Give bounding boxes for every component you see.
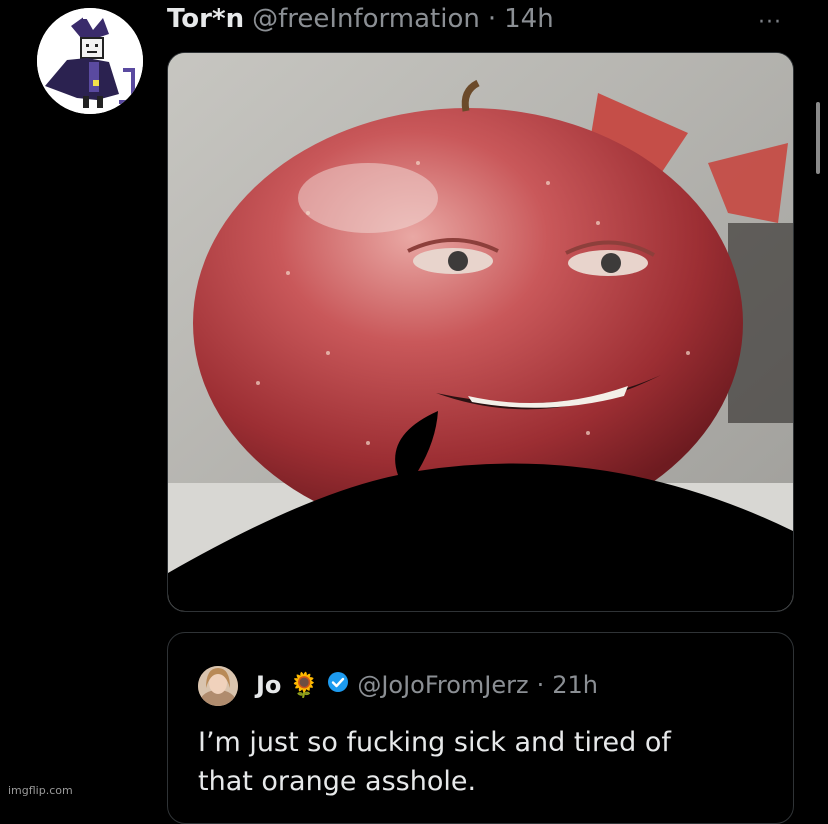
- sunflower-emoji-icon: 🌻: [289, 671, 320, 699]
- quoted-display-name[interactable]: Jo: [256, 671, 281, 699]
- scrollbar-thumb[interactable]: [816, 102, 820, 174]
- tweet-timestamp[interactable]: 14h: [504, 4, 554, 34]
- apple-with-face-image: [168, 53, 793, 611]
- imgflip-watermark: imgflip.com: [8, 784, 73, 797]
- quoted-text-line-1: I’m just so fucking sick and tired of: [198, 727, 671, 758]
- quoted-handle[interactable]: @JoJoFromJerz: [357, 671, 528, 699]
- verified-badge-icon: [327, 671, 349, 699]
- quoted-text-line-2: that orange asshole.: [198, 766, 477, 797]
- tweet-header: Tor*n @freeInformation · 14h: [167, 4, 554, 44]
- profile-photo-icon: [198, 666, 238, 706]
- tweet-media-image[interactable]: [167, 52, 794, 612]
- author-handle[interactable]: @freeInformation: [252, 4, 480, 34]
- author-display-name[interactable]: Tor*n: [167, 4, 244, 34]
- quoted-tweet-header: Jo 🌻 @JoJoFromJerz · 21h: [256, 671, 598, 699]
- quoted-timestamp[interactable]: 21h: [552, 671, 598, 699]
- header-separator: ·: [487, 4, 497, 34]
- quoted-separator: ·: [536, 671, 545, 699]
- more-options-icon[interactable]: ···: [758, 10, 782, 35]
- quoted-tweet-text: I’m just so fucking sick and tired of th…: [198, 723, 778, 801]
- quoted-author-avatar[interactable]: [198, 666, 238, 706]
- author-avatar[interactable]: [37, 8, 143, 114]
- jester-pixel-avatar-icon: [37, 8, 143, 114]
- quoted-tweet-card[interactable]: Jo 🌻 @JoJoFromJerz · 21h I’m just so fuc…: [167, 632, 794, 824]
